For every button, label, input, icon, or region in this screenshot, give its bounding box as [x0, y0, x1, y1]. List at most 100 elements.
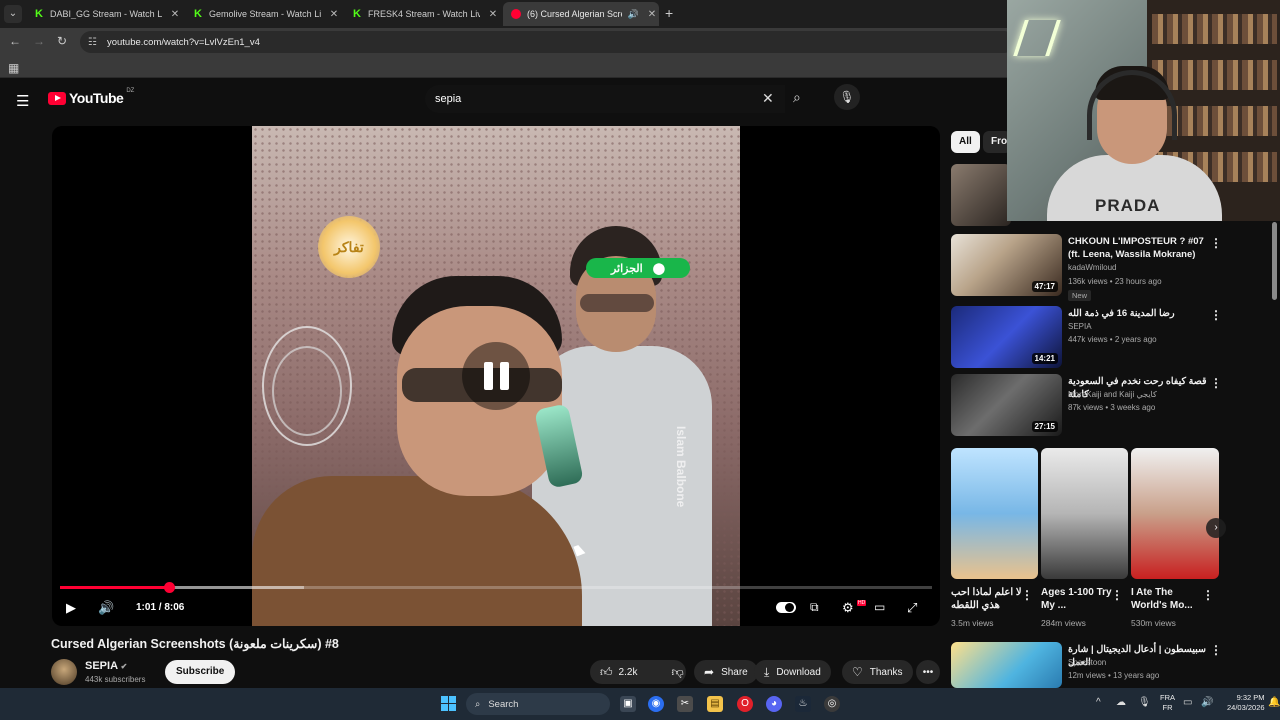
onedrive-icon[interactable]: ☁ [1116, 697, 1126, 708]
recommendation-thumbnail-partial[interactable] [951, 164, 1011, 226]
hd-badge: HD [857, 600, 867, 606]
kick-icon: K [194, 8, 202, 20]
windows-start-icon[interactable] [441, 696, 456, 711]
tab-audio-icon[interactable]: 🔊 [628, 9, 639, 20]
channel-avatar[interactable] [51, 659, 77, 685]
windows-taskbar: ⌕ Search ▣ ◉ ✂ ▤ O ◕ ♨ ◎ ^ ☁ 🎙 FRA FR ▭ … [0, 688, 1280, 720]
chrome-icon[interactable]: ◉ [648, 696, 664, 712]
recommendation-thumbnail[interactable]: 27:15 [951, 374, 1062, 436]
browser-tab[interactable]: K DABI_GG Stream - Watch Live o ✕ [26, 2, 182, 26]
recommendation-title[interactable]: رضا المدينة 16 في ذمة الله [1068, 307, 1208, 320]
system-clock[interactable]: 9:32 PM 24/03/2026 [1227, 693, 1265, 713]
clock-time: 9:32 PM [1236, 693, 1265, 702]
back-icon[interactable]: ← [7, 34, 23, 48]
keyboard-layout: FR [1162, 703, 1173, 712]
recommendation-thumbnail[interactable] [951, 642, 1062, 688]
reload-icon[interactable]: ↻ [54, 34, 70, 48]
obs-icon[interactable]: ◎ [824, 696, 840, 712]
discord-icon[interactable]: ◕ [766, 696, 782, 712]
short-thumbnail[interactable] [1041, 448, 1128, 579]
youtube-logo[interactable]: YouTube DZ [48, 88, 134, 106]
subscribe-button[interactable]: Subscribe [165, 660, 236, 684]
more-vertical-icon[interactable]: ⋮ [1111, 588, 1123, 602]
recommendation-channel[interactable]: Spacetoon [1068, 658, 1106, 667]
clear-search-icon[interactable]: ✕ [762, 90, 774, 107]
fullscreen-icon[interactable]: ⤢ [907, 600, 917, 616]
video-player[interactable]: تفاكر الجزائر ⬤ Islam Balbone ▶ 🔊 1:01 /… [52, 126, 940, 626]
time-display: 1:01 / 8:06 [136, 602, 185, 613]
download-icon: ⤓ [764, 664, 770, 679]
more-vertical-icon[interactable]: ⋮ [1210, 376, 1222, 390]
pause-overlay-icon[interactable] [462, 342, 530, 410]
browser-tab-active[interactable]: (6) Cursed Algerian Screens 🔊 ✕ [503, 2, 659, 26]
snipping-tool-icon[interactable]: ✂ [677, 696, 693, 712]
download-button[interactable]: ⤓ Download [754, 660, 831, 684]
chevron-right-icon[interactable]: › [1206, 518, 1226, 538]
recommendation-thumbnail[interactable]: 47:17 [951, 234, 1062, 296]
channel-name[interactable]: SEPIA ✔ [85, 660, 127, 672]
scrollbar[interactable] [1272, 222, 1277, 300]
like-count: 2.2k [618, 666, 638, 678]
progress-scrubber[interactable] [164, 582, 176, 593]
forward-icon[interactable]: → [31, 34, 47, 48]
verified-icon: ✔ [120, 662, 128, 671]
language-indicator[interactable]: FRA FR [1160, 693, 1175, 713]
dislike-button[interactable]: 👎︎ [661, 660, 693, 684]
steam-icon[interactable]: ♨ [795, 696, 811, 712]
recommendation-channel[interactable]: SEPIA [1068, 322, 1092, 331]
video-title: Cursed Algerian Screenshots (سكرينات ملع… [51, 637, 339, 651]
more-vertical-icon[interactable]: ⋮ [1021, 588, 1033, 602]
recommendation-title[interactable]: CHKOUN L'IMPOSTEUR ? #07 (ft. Leena, Was… [1068, 235, 1208, 261]
like-button[interactable]: 👍︎ 2.2k [590, 660, 647, 684]
new-badge: New [1068, 290, 1092, 301]
short-title[interactable]: لا اعلم لماذا احب هذي اللقطه [951, 586, 1025, 612]
network-icon[interactable]: ▭ [1183, 697, 1192, 708]
settings-gear-icon[interactable]: ⚙ [842, 600, 854, 616]
play-icon[interactable]: ▶ [66, 600, 76, 616]
more-actions-button[interactable]: ••• [916, 660, 940, 684]
search-input[interactable]: sepia [425, 85, 785, 113]
progress-bar[interactable] [60, 582, 932, 593]
taskbar-search[interactable]: ⌕ Search [466, 693, 610, 715]
share-button[interactable]: ➦ Share [694, 660, 758, 684]
address-bar[interactable]: ☷ youtube.com/watch?v=LvlVzEn1_v4 [80, 31, 1015, 53]
tab-search-icon[interactable]: ⌄ [4, 5, 22, 23]
microphone-tray-icon[interactable]: 🎙 [1138, 697, 1151, 708]
browser-tab[interactable]: K Gemolive Stream - Watch Live ✕ [185, 2, 341, 26]
short-title[interactable]: Ages 1-100 Try My ... [1041, 586, 1115, 612]
apps-grid-icon[interactable]: ▦ [8, 61, 19, 75]
search-icon[interactable]: ⌕ [793, 89, 801, 106]
task-view-icon[interactable]: ▣ [620, 696, 636, 712]
tab-close-icon[interactable]: ✕ [327, 9, 341, 20]
chip-all[interactable]: All [951, 131, 980, 153]
tab-close-icon[interactable]: ✕ [645, 9, 659, 20]
tray-overflow-icon[interactable]: ^ [1096, 697, 1101, 708]
tab-close-icon[interactable]: ✕ [486, 9, 500, 20]
autoplay-toggle[interactable] [776, 602, 796, 613]
new-tab-icon[interactable]: + [665, 5, 673, 21]
more-vertical-icon[interactable]: ⋮ [1210, 236, 1222, 250]
speaker-tray-icon[interactable]: 🔊 [1201, 697, 1213, 708]
volume-icon[interactable]: 🔊 [98, 600, 114, 616]
browser-tab[interactable]: K FRESK4 Stream - Watch Live on ✕ [344, 2, 500, 26]
more-vertical-icon[interactable]: ⋮ [1202, 588, 1214, 602]
site-info-icon[interactable]: ☷ [88, 37, 97, 48]
recommendation-channel[interactable]: kadaWmiloud [1068, 263, 1116, 272]
short-thumbnail[interactable] [951, 448, 1038, 579]
subtitles-icon[interactable]: ⧉ [810, 600, 819, 615]
more-vertical-icon[interactable]: ⋮ [1210, 643, 1222, 657]
opera-icon[interactable]: O [737, 696, 753, 712]
voice-search-icon[interactable]: 🎙 [834, 84, 860, 110]
thanks-button[interactable]: ♡ Thanks [842, 660, 913, 684]
miniplayer-icon[interactable]: ▭ [874, 600, 885, 614]
recommendation-thumbnail[interactable]: 14:21 [951, 306, 1062, 368]
file-explorer-icon[interactable]: ▤ [707, 696, 723, 712]
neon-sign [1013, 20, 1061, 56]
menu-icon[interactable]: ☰ [16, 92, 29, 110]
short-thumbnail[interactable] [1131, 448, 1219, 579]
short-title[interactable]: I Ate The World's Mo... [1131, 586, 1205, 612]
recommendation-channel[interactable]: MoreKaiji and Kaiji كايجي [1068, 390, 1157, 399]
more-vertical-icon[interactable]: ⋮ [1210, 308, 1222, 322]
notifications-icon[interactable]: 🔔 [1268, 697, 1280, 708]
tab-close-icon[interactable]: ✕ [168, 9, 182, 20]
